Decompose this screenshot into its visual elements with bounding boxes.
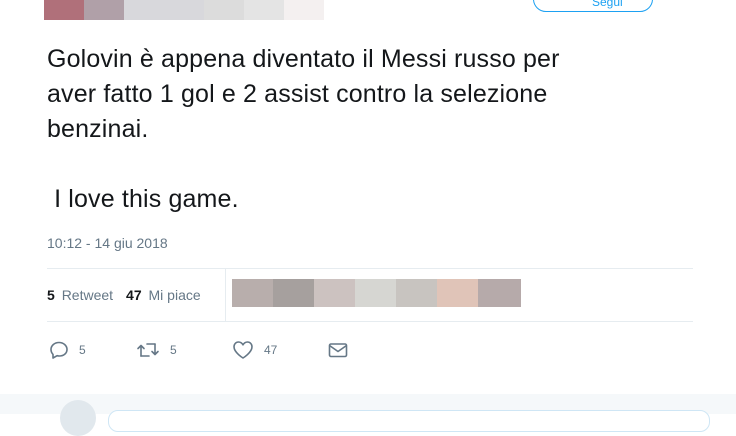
reply-composer-area	[0, 394, 736, 436]
header-blur-block	[44, 0, 84, 20]
stats-separator	[225, 269, 226, 321]
divider	[47, 268, 693, 269]
follow-button[interactable]: Segui	[533, 0, 653, 12]
liker-avatar[interactable]	[355, 279, 398, 307]
header-blur-block	[284, 0, 324, 20]
like-count: 47	[264, 343, 278, 357]
retweet-action[interactable]: 5	[136, 340, 177, 360]
retweet-stat-count: 5	[47, 287, 55, 303]
direct-message-action[interactable]	[327, 340, 349, 360]
retweet-count: 5	[170, 343, 177, 357]
reply-action[interactable]: 5	[49, 340, 86, 360]
liker-avatar[interactable]	[478, 279, 521, 307]
tweet-line: I love this game.	[47, 185, 239, 213]
like-stat-label: Mi piace	[148, 287, 201, 303]
tweet-stats: 5 Retweet 47 Mi piace	[47, 287, 214, 303]
like-stat[interactable]: 47 Mi piace	[126, 287, 201, 303]
tweet-timestamp[interactable]: 10:12 - 14 giu 2018	[47, 235, 168, 251]
reply-icon[interactable]	[49, 340, 69, 360]
tweet-line: aver fatto 1 gol e 2 assist contro la se…	[47, 80, 548, 108]
reply-count: 5	[79, 343, 86, 357]
liker-avatars	[232, 279, 521, 307]
like-stat-count: 47	[126, 287, 142, 303]
retweet-stat-label: Retweet	[61, 287, 114, 303]
header-blur-block	[204, 0, 244, 20]
follow-button-label: Segui	[592, 0, 623, 9]
tweet-line: benzinai.	[47, 115, 149, 143]
liker-avatar[interactable]	[273, 279, 316, 307]
heart-icon[interactable]	[232, 340, 254, 360]
tweet-text: Golovin è appena diventato il Messi russ…	[47, 42, 717, 217]
reply-input[interactable]	[108, 410, 710, 432]
header-blur-block	[164, 0, 204, 20]
blurred-user-header	[44, 0, 324, 20]
tweet-line: Golovin è appena diventato il Messi russ…	[47, 45, 560, 73]
header-blur-block	[244, 0, 284, 20]
envelope-icon[interactable]	[327, 340, 349, 360]
header-blur-block	[124, 0, 164, 20]
retweet-icon[interactable]	[136, 340, 160, 360]
retweet-stat[interactable]: 5 Retweet	[47, 287, 113, 303]
liker-avatar[interactable]	[396, 279, 439, 307]
liker-avatar[interactable]	[437, 279, 480, 307]
liker-avatar[interactable]	[232, 279, 275, 307]
current-user-avatar	[60, 400, 96, 436]
liker-avatar[interactable]	[314, 279, 357, 307]
divider	[47, 321, 693, 322]
header-blur-block	[84, 0, 124, 20]
like-action[interactable]: 47	[232, 340, 277, 360]
